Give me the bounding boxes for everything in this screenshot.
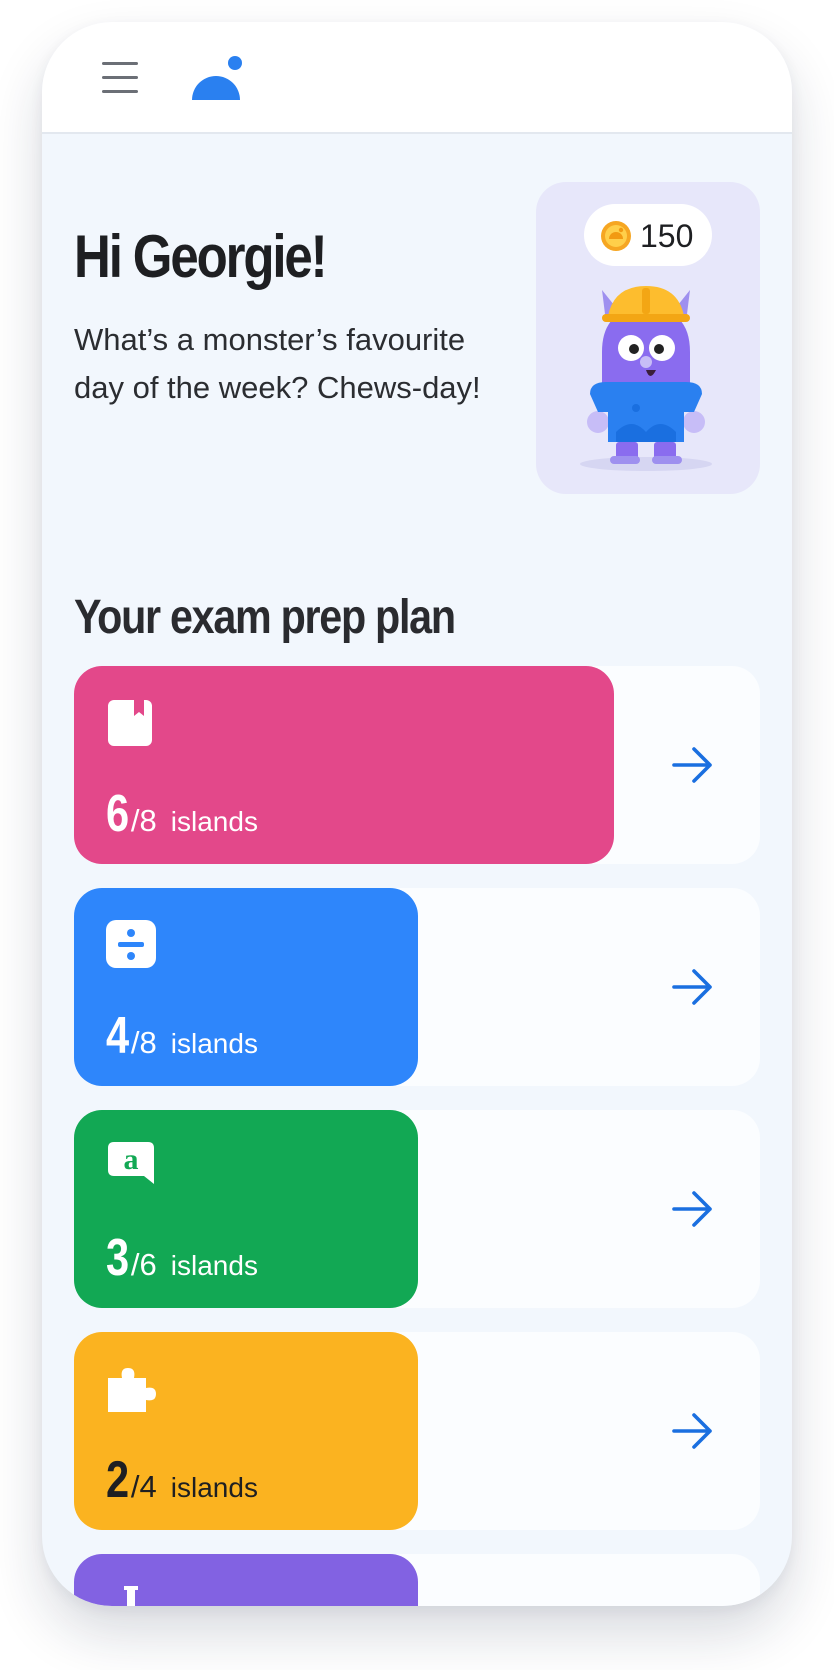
total-count: /6 xyxy=(130,1247,157,1282)
top-bar xyxy=(42,22,792,134)
unit-label: islands xyxy=(170,806,258,837)
speech-a-icon: a xyxy=(108,1142,154,1184)
total-count: /8 xyxy=(130,803,157,838)
arrow-right-icon[interactable] xyxy=(670,1187,716,1231)
monster-avatar xyxy=(580,286,712,471)
subject-progress-fill: 4/8 islands xyxy=(74,888,418,1086)
progress-text: 2/4 islands xyxy=(106,1454,258,1506)
subject-progress-fill: 6/8 islands xyxy=(74,666,614,864)
completed-count: 3 xyxy=(106,1229,130,1287)
subject-card-5[interactable] xyxy=(74,1554,760,1606)
arrow-right-icon[interactable] xyxy=(670,743,716,787)
greeting-title: Hi Georgie! xyxy=(74,223,328,290)
profile-card[interactable]: 150 xyxy=(536,182,760,494)
daily-joke: What’s a monster’s favourite day of the … xyxy=(74,322,481,405)
progress-text: 3/6 islands xyxy=(106,1232,258,1284)
subject-progress-fill xyxy=(74,1554,418,1606)
flask-icon xyxy=(124,1586,138,1606)
puzzle-icon xyxy=(108,1368,156,1412)
total-count: /8 xyxy=(130,1025,157,1060)
completed-count: 2 xyxy=(106,1451,130,1509)
arrow-right-icon[interactable] xyxy=(670,965,716,1009)
subject-progress-fill: a 3/6 islands xyxy=(74,1110,418,1308)
subject-progress-fill: 2/4 islands xyxy=(74,1332,418,1530)
exam-plan-title: Your exam prep plan xyxy=(74,591,456,644)
book-icon xyxy=(108,700,152,746)
completed-count: 6 xyxy=(106,785,130,843)
subject-card-2[interactable]: 4/8 islands xyxy=(74,888,760,1086)
svg-text:a: a xyxy=(124,1143,139,1176)
subject-card-4[interactable]: 2/4 islands xyxy=(74,1332,760,1530)
arrow-right-icon[interactable] xyxy=(670,1409,716,1453)
total-count: /4 xyxy=(130,1469,157,1504)
coin-icon xyxy=(601,221,631,251)
completed-count: 4 xyxy=(106,1007,130,1065)
brand-logo-icon[interactable] xyxy=(192,56,246,100)
phone-screen: Hi Georgie! What’s a monster’s favourite… xyxy=(42,22,792,1606)
unit-label: islands xyxy=(170,1472,258,1503)
subject-card-1[interactable]: 6/8 islands xyxy=(74,666,760,864)
progress-text: 6/8 islands xyxy=(106,788,258,840)
unit-label: islands xyxy=(170,1250,258,1281)
progress-text: 4/8 islands xyxy=(106,1010,258,1062)
division-icon xyxy=(106,920,156,968)
coin-balance: 150 xyxy=(584,204,712,266)
coin-count: 150 xyxy=(640,218,694,254)
subject-card-3[interactable]: a 3/6 islands xyxy=(74,1110,760,1308)
unit-label: islands xyxy=(170,1028,258,1059)
hamburger-menu-icon[interactable] xyxy=(102,62,142,96)
